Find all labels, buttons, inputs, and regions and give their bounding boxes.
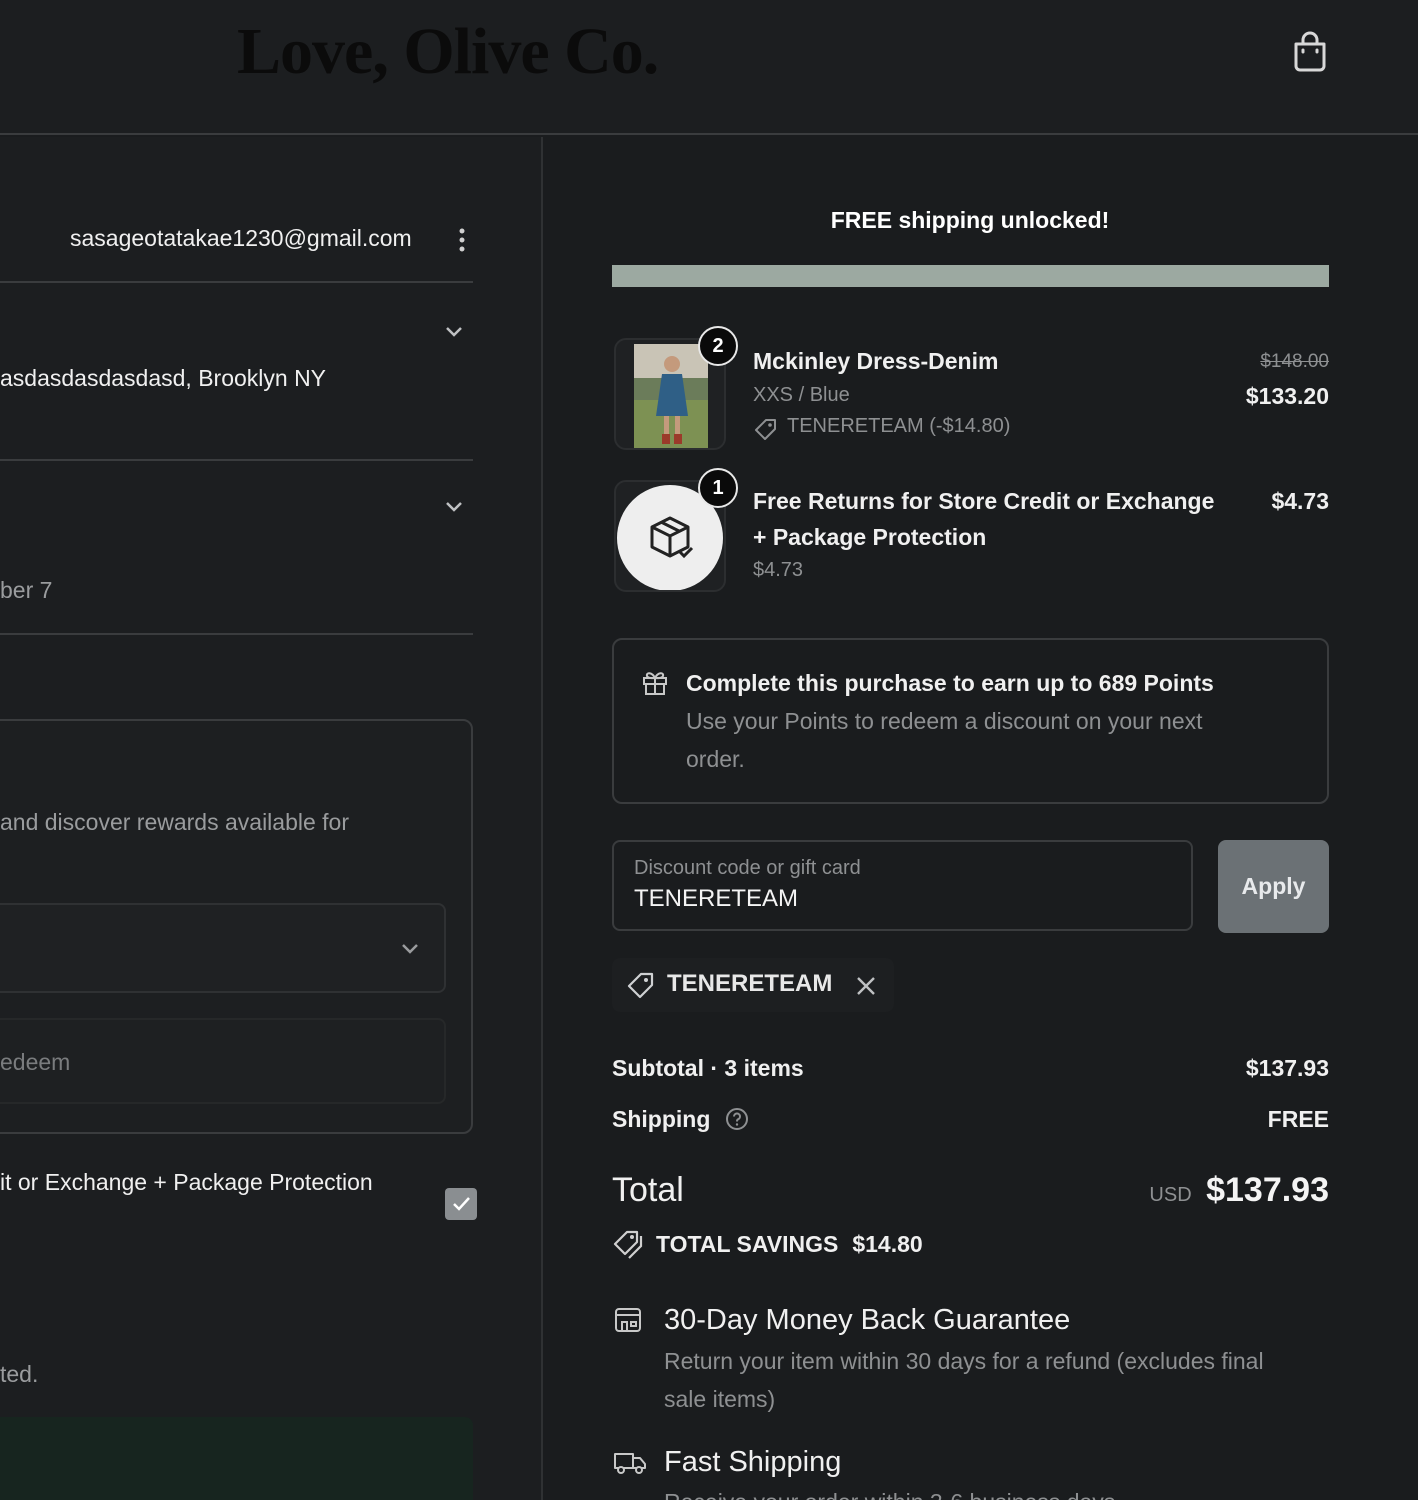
savings-tag-icon <box>613 1230 643 1259</box>
store-icon <box>615 1308 641 1332</box>
pay-now-button[interactable] <box>0 1417 473 1500</box>
item-discount: TENERETEAM (-$14.80) <box>787 415 1011 437</box>
points-subtitle: Use your Points to redeem a discount on … <box>686 708 1203 734</box>
item-title: Mckinley Dress-Denim <box>753 348 999 374</box>
item-price: $4.73 <box>1271 488 1329 514</box>
guarantee-text-line2: sale items) <box>664 1386 776 1412</box>
store-logo[interactable]: Love, Olive Co. <box>237 14 659 90</box>
chevron-down-icon[interactable] <box>444 324 464 338</box>
delivery-date: ber 7 <box>0 577 53 603</box>
guarantee-text: Return your item within 30 days for a re… <box>664 1348 1264 1374</box>
truck-icon <box>614 1453 646 1474</box>
redeem-label: edeem <box>0 1049 71 1075</box>
tag-icon <box>627 972 654 999</box>
divider <box>0 281 473 283</box>
rewards-select[interactable] <box>0 903 446 993</box>
subtotal-value: $137.93 <box>1245 1055 1329 1081</box>
chevron-down-icon[interactable] <box>400 941 420 955</box>
savings-label: TOTAL SAVINGS <box>656 1230 839 1257</box>
divider <box>0 633 473 635</box>
shipping-label-wrap: Shipping <box>612 1106 749 1133</box>
checkmark-icon <box>453 1197 470 1211</box>
chevron-down-icon[interactable] <box>444 499 464 513</box>
points-subtitle-line2: order. <box>686 746 745 772</box>
order-summary: FREE shipping unlocked! 2 Mckinley Dress… <box>545 137 1418 1500</box>
total-value: $137.93 <box>1206 1171 1329 1209</box>
item-title: Free Returns for Store Credit or Exchang… <box>753 488 1215 514</box>
subtotal-row: Subtotal · 3 items $137.93 <box>612 1055 1329 1082</box>
item-title-line2: + Package Protection <box>753 524 987 550</box>
discount-label: Discount code or gift card <box>634 857 861 879</box>
savings-row: TOTAL SAVINGS $14.80 <box>612 1229 923 1259</box>
discount-value[interactable]: TENERETEAM <box>634 885 798 913</box>
shipping-progress-bar <box>612 265 1329 287</box>
applied-code: TENERETEAM <box>667 970 833 997</box>
contact-email: sasageotatakae1230@gmail.com <box>70 225 412 251</box>
points-title: Complete this purchase to earn up to 689… <box>686 670 1214 696</box>
total-row: Total USD $137.93 <box>612 1171 1329 1210</box>
apply-button[interactable]: Apply <box>1218 840 1329 933</box>
shipping-address: asdasdasdasdasd, Brooklyn NY <box>0 365 327 391</box>
fast-shipping-text: Receive your order within 3-6 business d… <box>664 1489 1115 1500</box>
rewards-text: and discover rewards available for <box>0 809 350 835</box>
tag-icon <box>755 419 776 440</box>
subtotal-label: Subtotal · 3 items <box>612 1055 804 1081</box>
shipping-value: FREE <box>1267 1106 1329 1132</box>
currency-code: USD <box>1149 1184 1192 1206</box>
shopping-bag-icon[interactable] <box>1290 30 1330 74</box>
help-icon[interactable] <box>725 1107 749 1131</box>
shipping-row: Shipping FREE <box>612 1106 1329 1133</box>
original-price: $148.00 <box>1260 351 1329 372</box>
quantity-badge: 2 <box>698 326 738 366</box>
guarantee-title: 30-Day Money Back Guarantee <box>664 1304 1071 1336</box>
free-shipping-message: FREE shipping unlocked! <box>830 207 1110 233</box>
total-label: Total <box>612 1171 684 1209</box>
item-sub-price: $4.73 <box>753 559 804 581</box>
site-header: Love, Olive Co. <box>0 0 1418 135</box>
footer-text: ted. <box>0 1361 39 1387</box>
more-options-icon[interactable] <box>455 227 469 253</box>
savings-value: $14.80 <box>852 1230 923 1257</box>
close-icon[interactable] <box>855 975 877 997</box>
divider <box>0 459 473 461</box>
discount-input[interactable]: Discount code or gift card TENERETEAM <box>612 840 1193 931</box>
protection-label: it or Exchange + Package Protection <box>0 1169 373 1195</box>
fast-shipping-title: Fast Shipping <box>664 1446 842 1478</box>
item-price: $133.20 <box>1245 383 1329 409</box>
item-variant: XXS / Blue <box>753 384 850 406</box>
checkout-form: sasageotatakae1230@gmail.com asdasdasdas… <box>0 137 543 1500</box>
applied-code-chip: TENERETEAM <box>612 958 894 1012</box>
protection-checkbox[interactable] <box>445 1188 477 1220</box>
shipping-label: Shipping <box>612 1106 711 1132</box>
gift-icon <box>643 672 667 695</box>
quantity-badge: 1 <box>698 468 738 508</box>
